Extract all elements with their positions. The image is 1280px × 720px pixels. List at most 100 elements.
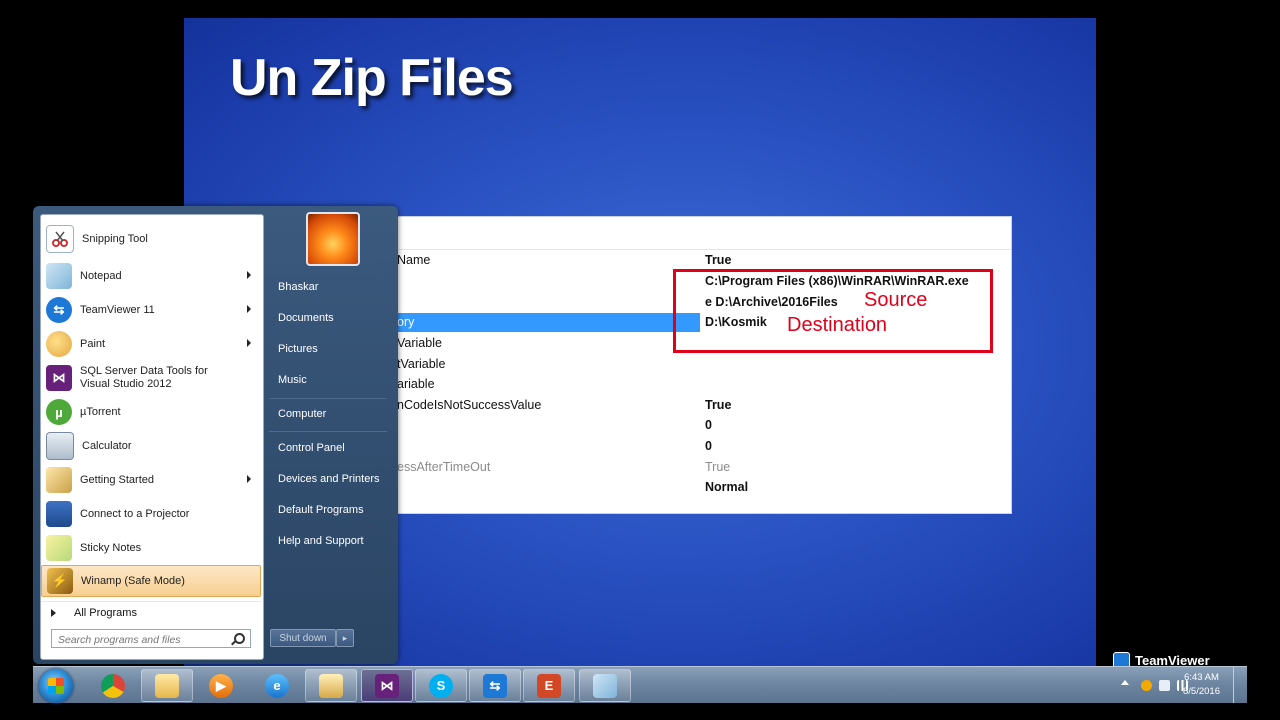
show-hidden-icons-icon[interactable] xyxy=(1121,680,1129,685)
submenu-arrow-icon[interactable] xyxy=(247,475,251,483)
taskbar-visual-studio[interactable]: ⋈ xyxy=(361,669,413,702)
property-name[interactable]: tVariable xyxy=(397,357,445,371)
property-name[interactable]: Variable xyxy=(397,336,442,350)
shutdown-options-button[interactable]: ▸ xyxy=(336,629,354,647)
visual-studio-icon: ⋈ xyxy=(46,365,72,391)
link-documents[interactable]: Documents xyxy=(278,312,334,324)
program-notepad[interactable]: Notepad xyxy=(41,260,261,292)
link-help-support[interactable]: Help and Support xyxy=(278,535,364,547)
program-snipping-tool[interactable]: Snipping Tool xyxy=(41,223,261,255)
program-teamviewer[interactable]: ⇆ TeamViewer 11 xyxy=(41,294,261,326)
property-name[interactable]: Name xyxy=(397,253,430,267)
teamviewer-icon: ⇆ xyxy=(483,673,507,698)
winamp-icon: ⚡ xyxy=(47,568,73,594)
program-label: Paint xyxy=(80,337,106,350)
program-label: Calculator xyxy=(82,439,132,452)
clock-date: 8/5/2016 xyxy=(1183,686,1220,697)
submenu-arrow-icon[interactable] xyxy=(247,271,251,279)
property-value[interactable]: True xyxy=(705,253,731,267)
taskbar-notepad[interactable] xyxy=(579,669,631,702)
property-value[interactable]: True xyxy=(705,398,731,412)
programs-pane: Snipping Tool Notepad ⇆ TeamViewer 11 Pa… xyxy=(40,214,264,660)
projector-icon xyxy=(46,501,72,527)
taskbar-skype[interactable]: S xyxy=(415,669,467,702)
taskbar-internet-explorer[interactable]: e xyxy=(251,669,303,702)
submenu-arrow-icon[interactable] xyxy=(247,339,251,347)
internet-explorer-icon: e xyxy=(265,673,289,698)
highlight-box xyxy=(673,269,993,353)
program-getting-started[interactable]: Getting Started xyxy=(41,464,261,496)
file-explorer-icon xyxy=(155,673,179,698)
user-avatar[interactable] xyxy=(306,212,360,266)
taskbar-network-tool[interactable] xyxy=(305,669,357,702)
search-icon[interactable] xyxy=(234,633,245,644)
property-value: True xyxy=(705,460,731,474)
all-programs-button[interactable]: All Programs xyxy=(41,601,261,624)
program-sql-server-data-tools[interactable]: ⋈ SQL Server Data Tools for Visual Studi… xyxy=(41,362,261,394)
taskbar-teamviewer[interactable]: ⇆ xyxy=(469,669,521,702)
network-tool-icon xyxy=(319,673,343,698)
divider xyxy=(269,398,387,399)
start-menu: Snipping Tool Notepad ⇆ TeamViewer 11 Pa… xyxy=(33,206,398,664)
program-label: TeamViewer 11 xyxy=(80,303,155,316)
notepad-icon xyxy=(593,673,617,698)
program-label: SQL Server Data Tools for Visual Studio … xyxy=(80,365,208,390)
selected-property-row[interactable]: ory xyxy=(397,313,700,332)
program-label: Winamp (Safe Mode) xyxy=(81,574,185,587)
media-player-icon: ▶ xyxy=(209,673,233,698)
program-utorrent[interactable]: µ µTorrent xyxy=(41,396,261,428)
property-value[interactable]: Normal xyxy=(705,480,748,494)
property-name[interactable]: ariable xyxy=(397,377,435,391)
program-connect-projector[interactable]: Connect to a Projector xyxy=(41,498,261,530)
start-button[interactable] xyxy=(39,669,73,703)
link-pictures[interactable]: Pictures xyxy=(278,343,318,355)
program-label: Getting Started xyxy=(80,473,154,486)
calculator-icon xyxy=(46,432,74,460)
triangle-right-icon xyxy=(51,609,56,617)
taskbar-media-player[interactable]: ▶ xyxy=(195,669,247,702)
program-paint[interactable]: Paint xyxy=(41,328,261,360)
utorrent-icon: µ xyxy=(46,399,72,425)
property-value[interactable]: 0 xyxy=(705,439,712,453)
action-center-icon[interactable] xyxy=(1159,680,1170,691)
taskbar-office[interactable]: E xyxy=(523,669,575,702)
link-default-programs[interactable]: Default Programs xyxy=(278,504,364,516)
scissors-icon xyxy=(46,225,74,253)
show-desktop-button[interactable] xyxy=(1233,667,1248,703)
program-label: Sticky Notes xyxy=(80,541,142,554)
destination-annotation: Destination xyxy=(787,314,888,336)
submenu-arrow-icon[interactable] xyxy=(247,305,251,313)
link-control-panel[interactable]: Control Panel xyxy=(278,442,345,454)
taskbar-explorer[interactable] xyxy=(141,669,193,702)
all-programs-label: All Programs xyxy=(74,607,137,619)
link-computer[interactable]: Computer xyxy=(278,408,326,420)
properties-panel: ory Name True C:\Program Files (x86)\Win… xyxy=(396,216,1012,514)
teamviewer-icon: ⇆ xyxy=(46,297,72,323)
property-name: ory xyxy=(397,315,415,329)
program-label: Connect to a Projector xyxy=(80,507,190,520)
clock-time: 6:43 AM xyxy=(1184,672,1219,683)
program-label: Notepad xyxy=(80,269,122,282)
tray-app-icon[interactable] xyxy=(1141,680,1152,691)
shutdown-button[interactable]: Shut down xyxy=(270,629,336,647)
taskbar-chrome[interactable] xyxy=(87,669,139,702)
skype-icon: S xyxy=(429,673,453,698)
property-value[interactable]: 0 xyxy=(705,418,712,432)
divider xyxy=(269,431,387,432)
clock[interactable]: 6:43 AM 8/5/2016 xyxy=(1183,671,1220,699)
slide-title: Un Zip Files xyxy=(230,49,514,107)
source-annotation: Source xyxy=(864,289,928,311)
link-user[interactable]: Bhaskar xyxy=(278,281,318,293)
properties-divider xyxy=(397,249,1011,250)
program-winamp[interactable]: ⚡ Winamp (Safe Mode) xyxy=(41,565,261,597)
link-music[interactable]: Music xyxy=(278,374,307,386)
search-input[interactable] xyxy=(52,632,228,648)
system-tray xyxy=(1115,667,1247,703)
program-sticky-notes[interactable]: Sticky Notes xyxy=(41,532,261,564)
search-box[interactable] xyxy=(51,629,251,648)
property-name[interactable]: nCodeIsNotSuccessValue xyxy=(397,398,541,412)
property-name: essAfterTimeOut xyxy=(397,460,491,474)
notepad-icon xyxy=(46,263,72,289)
program-calculator[interactable]: Calculator xyxy=(41,430,261,462)
link-devices-printers[interactable]: Devices and Printers xyxy=(278,473,380,485)
